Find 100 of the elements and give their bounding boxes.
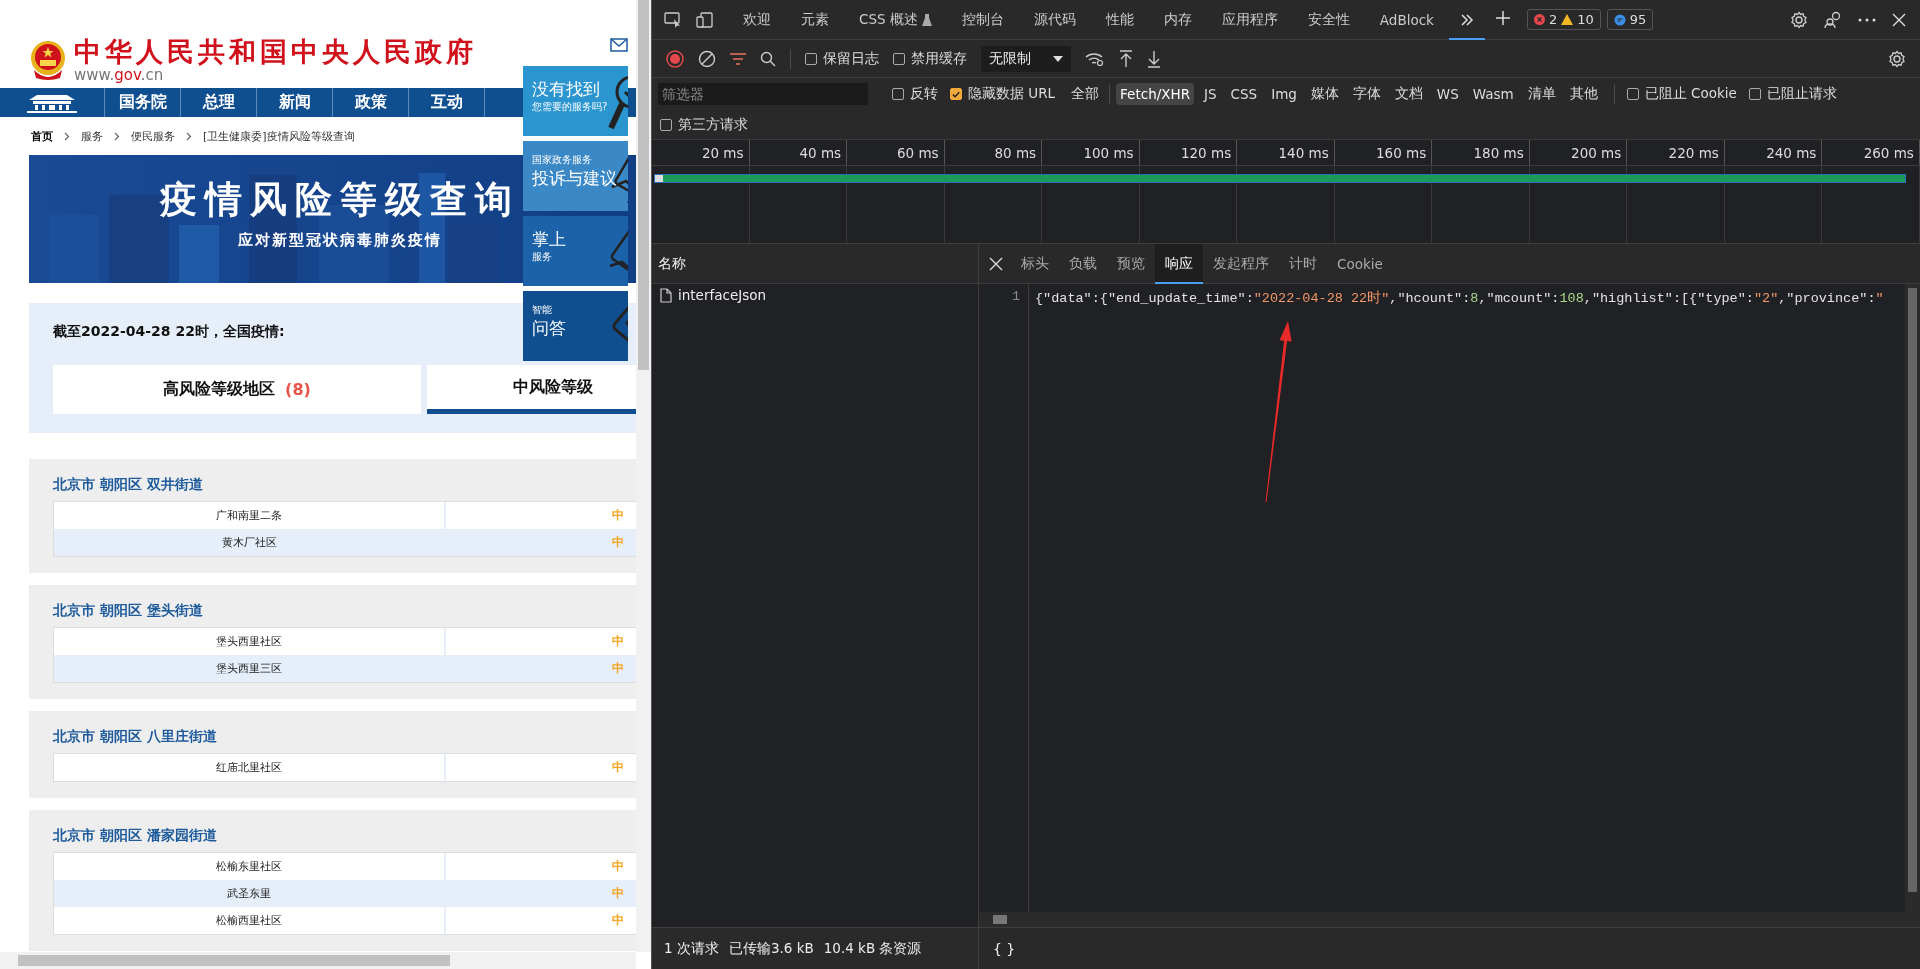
time-tick: 140 ms — [1278, 144, 1329, 161]
detail-tab[interactable]: 预览 — [1107, 243, 1155, 284]
error-icon — [1533, 14, 1545, 25]
devtools-tab[interactable]: 欢迎 — [728, 0, 786, 40]
settings-icon[interactable] — [1790, 10, 1808, 29]
clear-icon[interactable] — [698, 49, 716, 68]
detail-tab[interactable]: 标头 — [1011, 243, 1059, 284]
service-panel[interactable]: 智能 问答 — [523, 291, 628, 361]
risk-level: 中 — [612, 633, 624, 650]
site-url: www.gov.cn — [74, 67, 165, 83]
risk-level: 中 — [612, 759, 624, 776]
risk-level: 中 — [612, 507, 624, 524]
pretty-print-button[interactable]: { } — [989, 938, 1020, 959]
settings-icon[interactable] — [1888, 49, 1906, 68]
record-icon[interactable] — [666, 49, 684, 68]
devtools-tab[interactable]: 源代码 — [1018, 0, 1091, 40]
table-cell-text: 广和南里二条 — [215, 508, 283, 524]
more-icon[interactable] — [1858, 17, 1876, 22]
download-icon[interactable] — [1147, 49, 1161, 68]
device-icon[interactable] — [696, 11, 714, 28]
breadcrumb-link[interactable]: [卫生健康委]疫情风险等级查询 — [203, 128, 355, 144]
detail-tab[interactable]: Cookie — [1327, 243, 1393, 284]
status-text: 已传输3.6 kB — [728, 939, 814, 958]
filter-field[interactable]: 筛选器 — [658, 83, 868, 105]
file-icon — [660, 287, 672, 303]
risk-level: 中 — [612, 885, 624, 902]
issues-counter[interactable]: 95 — [1606, 9, 1654, 30]
plus-icon[interactable] — [1494, 10, 1511, 26]
search-icon[interactable] — [760, 50, 776, 67]
type-filter[interactable]: Fetch/XHR — [1116, 83, 1194, 105]
devtools-tab[interactable]: 控制台 — [946, 0, 1019, 40]
invert-checkbox[interactable]: 反转 — [892, 85, 938, 103]
chevron-icon — [64, 131, 70, 141]
vertical-scrollbar[interactable] — [636, 0, 651, 952]
breadcrumb-link[interactable]: 服务 — [81, 128, 103, 144]
risk-level: 中 — [612, 858, 624, 875]
blocked-cookies-checkbox[interactable]: 已阻止 Cookie — [1626, 85, 1737, 103]
type-filter[interactable]: 其他 — [1565, 82, 1602, 106]
nav-link[interactable]: 新闻 — [256, 88, 332, 117]
warning-icon — [1561, 14, 1574, 25]
close-panel-icon[interactable] — [989, 256, 1003, 271]
disable-cache-checkbox[interactable]: 禁用缓存 — [893, 49, 967, 68]
devtools-tab[interactable]: CSS 概述 — [844, 0, 947, 40]
type-filter[interactable]: Wasm — [1468, 83, 1518, 105]
breadcrumb-link[interactable]: 便民服务 — [131, 128, 175, 144]
preserve-log-checkbox[interactable]: 保留日志 — [805, 49, 879, 68]
detail-tab[interactable]: 响应 — [1155, 243, 1203, 284]
connect-icon[interactable] — [1824, 10, 1842, 29]
table-cell-text: 堡头西里社区 — [215, 634, 283, 650]
time-tick: 220 ms — [1668, 144, 1719, 161]
upload-icon[interactable] — [1119, 49, 1133, 68]
nav-link[interactable]: 政策 — [332, 88, 408, 117]
type-filter[interactable]: 清单 — [1523, 82, 1560, 106]
time-tick: 80 ms — [994, 144, 1037, 161]
type-filter[interactable]: CSS — [1226, 83, 1262, 105]
more-tabs-icon[interactable] — [1459, 13, 1474, 26]
devtools-tab[interactable]: AdBlock — [1364, 0, 1449, 40]
devtools-tab[interactable]: 内存 — [1148, 0, 1207, 40]
time-tick: 160 ms — [1376, 144, 1427, 161]
type-filter[interactable]: 文档 — [1390, 82, 1427, 106]
close-icon[interactable] — [1892, 12, 1906, 27]
code-line: {"data":{"end_update_time":"2022-04-28 22时","hcount":8,"mcount":108,"highlist":[{"type":"2","province":" — [1035, 291, 1884, 306]
devtools-tab[interactable]: 安全性 — [1292, 0, 1365, 40]
devtools-tab[interactable]: 性能 — [1090, 0, 1149, 40]
network-conditions-icon[interactable] — [1085, 50, 1105, 67]
filter-icon[interactable] — [730, 52, 746, 65]
vertical-scrollbar[interactable] — [1905, 284, 1920, 912]
nav-link[interactable]: 总理 — [180, 88, 256, 117]
blocked-requests-checkbox[interactable]: 已阻止请求 — [1748, 85, 1837, 103]
type-filter[interactable]: Img — [1267, 83, 1301, 105]
devtools-tab[interactable]: 元素 — [786, 0, 844, 40]
site-title: 中华人民共和国中央人民政府 — [74, 37, 477, 67]
horizontal-scrollbar[interactable] — [0, 952, 636, 969]
nav-link[interactable]: 国务院 — [104, 88, 180, 117]
mail-icon[interactable] — [610, 38, 628, 52]
inspect-icon[interactable] — [664, 11, 682, 28]
request-row[interactable]: interfaceJson — [652, 284, 978, 306]
detail-tab[interactable]: 发起程序 — [1203, 243, 1279, 284]
time-tick: 120 ms — [1180, 144, 1232, 161]
type-filter[interactable]: 字体 — [1348, 82, 1385, 106]
service-panel[interactable]: 掌上 服务 — [523, 216, 628, 286]
hide-data-urls-checkbox[interactable]: 隐藏数据 URL — [950, 85, 1056, 103]
nav-link[interactable]: 互动 — [408, 88, 484, 117]
issues-counter[interactable]: 2 10 — [1526, 9, 1601, 30]
service-panel[interactable]: 国家政务服务 投诉与建议 — [523, 141, 628, 211]
type-filter[interactable]: JS — [1200, 83, 1221, 105]
breadcrumb-link[interactable]: 首页 — [31, 128, 53, 144]
detail-tab[interactable]: 计时 — [1279, 243, 1327, 284]
risk-tab[interactable]: 中风险等级 — [426, 365, 636, 414]
risk-tab[interactable]: 高风险等级地区 (8) — [53, 365, 421, 414]
type-filter[interactable]: 媒体 — [1306, 82, 1343, 106]
type-filter[interactable]: WS — [1432, 83, 1463, 105]
type-filter[interactable]: 全部 — [1067, 82, 1104, 106]
throttle-dropdown[interactable]: 无限制 — [981, 45, 1071, 72]
district-title: 北京市 朝阳区 堡头街道 — [53, 601, 204, 620]
devtools-tab[interactable]: 应用程序 — [1206, 0, 1293, 40]
third-party-checkbox[interactable]: 第三方请求 — [660, 115, 748, 134]
banner-subtitle: 应对新型冠状病毒肺炎疫情 — [238, 231, 442, 250]
detail-tab[interactable]: 负载 — [1059, 243, 1107, 284]
horizontal-scrollbar[interactable] — [979, 912, 1920, 927]
